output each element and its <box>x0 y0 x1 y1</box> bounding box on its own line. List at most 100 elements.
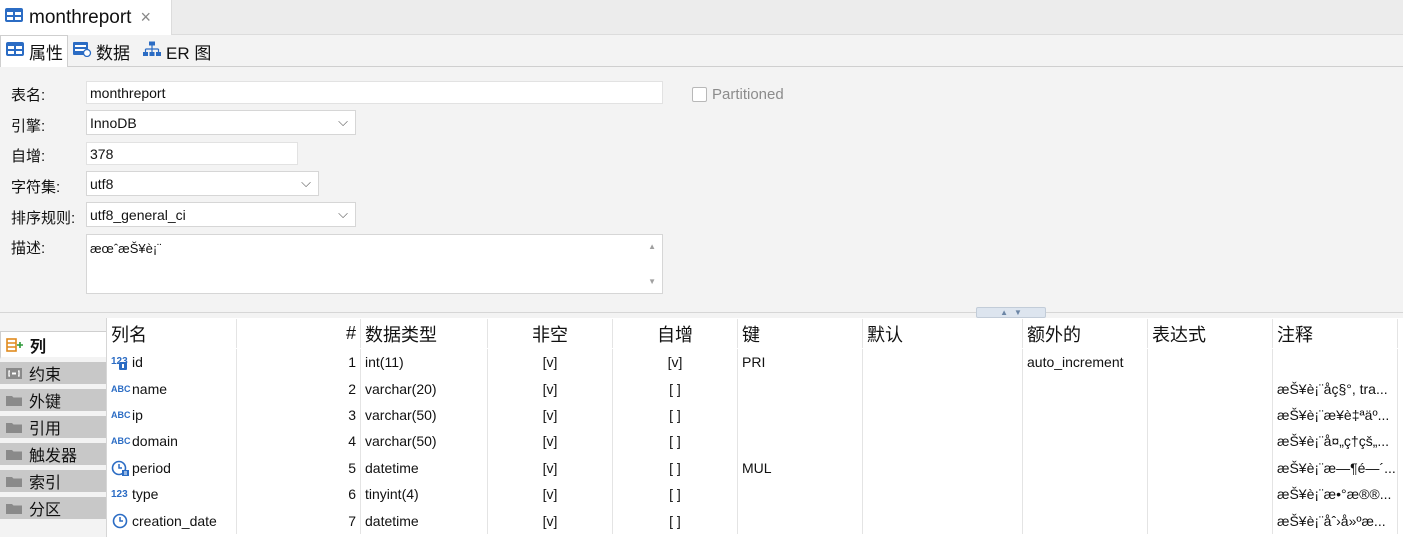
auto-increment-field[interactable]: 378 <box>86 142 298 165</box>
cell-data-type[interactable]: tinyint(4) <box>361 481 488 508</box>
editor-tab-monthreport[interactable]: monthreport × <box>0 0 172 35</box>
cell-expression[interactable] <box>1148 428 1273 455</box>
partitioned-checkbox[interactable] <box>692 87 707 102</box>
collapse-down-icon[interactable]: ▼ <box>1014 308 1022 317</box>
tab-er-diagram[interactable]: ER 图 <box>138 35 215 67</box>
header-extra[interactable]: 额外的 <box>1023 319 1148 348</box>
cell-column-name[interactable]: ABC domain <box>107 428 237 455</box>
cell-expression[interactable] <box>1148 481 1273 508</box>
header-auto-increment[interactable]: 自增 <box>613 319 738 348</box>
cell-default[interactable] <box>863 428 1023 455</box>
cell-not-null[interactable]: [v] <box>488 454 613 481</box>
cell-extra[interactable]: auto_increment <box>1023 349 1148 376</box>
table-row[interactable]: ABC domain 4 varchar(50) [v][ ] æŠ¥è¡¨å¤„ç†çš… <box>107 428 1403 455</box>
splitter-handle[interactable]: ▲ ▼ <box>976 307 1046 318</box>
cell-expression[interactable] <box>1148 454 1273 481</box>
engine-select[interactable]: InnoDB ⌵ <box>86 110 356 135</box>
cell-not-null[interactable]: [v] <box>488 349 613 376</box>
cell-ordinal[interactable]: 4 <box>237 428 361 455</box>
cell-column-name[interactable]: ABC name <box>107 375 237 402</box>
header-default[interactable]: 默认 <box>863 319 1023 348</box>
cell-key[interactable] <box>738 481 863 508</box>
table-row[interactable]: 123 type 6 tinyint(4) [v][ ] æŠ¥è¡¨æ•°æ®®... <box>107 481 1403 508</box>
table-row[interactable]: 123 id 1 int(11) [v] [v] PRI auto_increment <box>107 349 1403 376</box>
cell-key[interactable] <box>738 507 863 534</box>
side-tab-constraints[interactable]: 约束 <box>0 362 106 386</box>
cell-expression[interactable] <box>1148 349 1273 376</box>
cell-data-type[interactable]: varchar(50) <box>361 428 488 455</box>
cell-auto-increment[interactable]: [ ] <box>613 454 738 481</box>
cell-auto-increment[interactable]: [ ] <box>613 401 738 429</box>
cell-default[interactable] <box>863 349 1023 376</box>
cell-default[interactable] <box>863 401 1023 429</box>
collation-select[interactable]: utf8_general_ci ⌵ <box>86 202 356 227</box>
description-textarea[interactable]: æœˆæŠ¥è¡¨ ▲ ▼ <box>86 234 663 294</box>
cell-extra[interactable] <box>1023 454 1148 481</box>
cell-auto-increment[interactable]: [ ] <box>613 481 738 508</box>
cell-key[interactable] <box>738 401 863 429</box>
tab-data[interactable]: 数据 <box>68 35 134 67</box>
cell-extra[interactable] <box>1023 507 1148 534</box>
cell-expression[interactable] <box>1148 507 1273 534</box>
cell-auto-increment[interactable]: [ ] <box>613 375 738 402</box>
cell-column-name[interactable]: ABC ip <box>107 401 237 429</box>
cell-default[interactable] <box>863 454 1023 481</box>
cell-comment[interactable]: æŠ¥è¡¨æ—¶é—´... <box>1273 454 1398 481</box>
charset-select[interactable]: utf8 ⌵ <box>86 171 319 196</box>
header-column-name[interactable]: 列名 <box>107 319 237 348</box>
cell-not-null[interactable]: [v] <box>488 481 613 508</box>
cell-extra[interactable] <box>1023 481 1148 508</box>
header-expression[interactable]: 表达式 <box>1148 319 1273 348</box>
cell-data-type[interactable]: int(11) <box>361 349 488 376</box>
cell-extra[interactable] <box>1023 375 1148 402</box>
tab-properties[interactable]: 属性 <box>0 35 68 68</box>
cell-extra[interactable] <box>1023 401 1148 429</box>
cell-ordinal[interactable]: 1 <box>237 349 361 376</box>
side-tab-indexes[interactable]: 索引 <box>0 470 106 494</box>
cell-column-name[interactable]: creation_date <box>107 507 237 534</box>
table-name-field[interactable]: monthreport <box>86 81 663 104</box>
cell-ordinal[interactable]: 6 <box>237 481 361 508</box>
header-comment[interactable]: 注释 <box>1273 319 1398 348</box>
cell-default[interactable] <box>863 375 1023 402</box>
cell-expression[interactable] <box>1148 401 1273 429</box>
scroll-up-icon[interactable]: ▲ <box>648 242 656 251</box>
side-tab-partitions[interactable]: 分区 <box>0 497 106 521</box>
header-data-type[interactable]: 数据类型 <box>361 319 488 348</box>
cell-expression[interactable] <box>1148 375 1273 402</box>
cell-ordinal[interactable]: 3 <box>237 401 361 429</box>
cell-comment[interactable]: æŠ¥è¡¨æ¥è‡ªäº... <box>1273 401 1398 429</box>
cell-column-name[interactable]: 123 id <box>107 349 237 376</box>
cell-key[interactable] <box>738 428 863 455</box>
cell-comment[interactable]: æŠ¥è¡¨å¤„ç†çš„... <box>1273 428 1398 455</box>
cell-extra[interactable] <box>1023 428 1148 455</box>
cell-ordinal[interactable]: 7 <box>237 507 361 534</box>
cell-auto-increment[interactable]: [v] <box>613 349 738 376</box>
header-not-null[interactable]: 非空 <box>488 319 613 348</box>
scroll-down-icon[interactable]: ▼ <box>648 277 656 286</box>
header-key[interactable]: 键 <box>738 319 863 348</box>
cell-data-type[interactable]: datetime <box>361 507 488 534</box>
cell-comment[interactable]: æŠ¥è¡¨åˆ›å»ºæ... <box>1273 507 1398 534</box>
cell-ordinal[interactable]: 2 <box>237 375 361 402</box>
cell-default[interactable] <box>863 481 1023 508</box>
cell-column-name[interactable]: period <box>107 454 237 481</box>
cell-comment[interactable] <box>1273 349 1398 376</box>
cell-default[interactable] <box>863 507 1023 534</box>
cell-data-type[interactable]: datetime <box>361 454 488 481</box>
side-tab-foreign-keys[interactable]: 外键 <box>0 389 106 413</box>
cell-not-null[interactable]: [v] <box>488 428 613 455</box>
table-row[interactable]: ABC ip 3 varchar(50) [v][ ] æŠ¥è¡¨æ¥è‡ªäº... <box>107 401 1403 429</box>
close-icon[interactable]: × <box>140 7 151 28</box>
cell-data-type[interactable]: varchar(50) <box>361 401 488 429</box>
cell-column-name[interactable]: 123 type <box>107 481 237 508</box>
cell-not-null[interactable]: [v] <box>488 401 613 429</box>
cell-ordinal[interactable]: 5 <box>237 454 361 481</box>
side-tab-columns[interactable]: 列 <box>0 331 106 359</box>
cell-auto-increment[interactable]: [ ] <box>613 428 738 455</box>
collapse-up-icon[interactable]: ▲ <box>1000 308 1008 317</box>
table-row[interactable]: period 5 datetime [v][ ] MUL æŠ¥è¡¨æ—¶é—´... <box>107 454 1403 481</box>
cell-comment[interactable]: æŠ¥è¡¨åç§°, tra... <box>1273 375 1398 402</box>
partitioned-checkbox-group[interactable]: Partitioned <box>692 86 784 103</box>
table-row[interactable]: creation_date 7 datetime [v][ ] æŠ¥è¡¨åˆ›å»º… <box>107 507 1403 534</box>
